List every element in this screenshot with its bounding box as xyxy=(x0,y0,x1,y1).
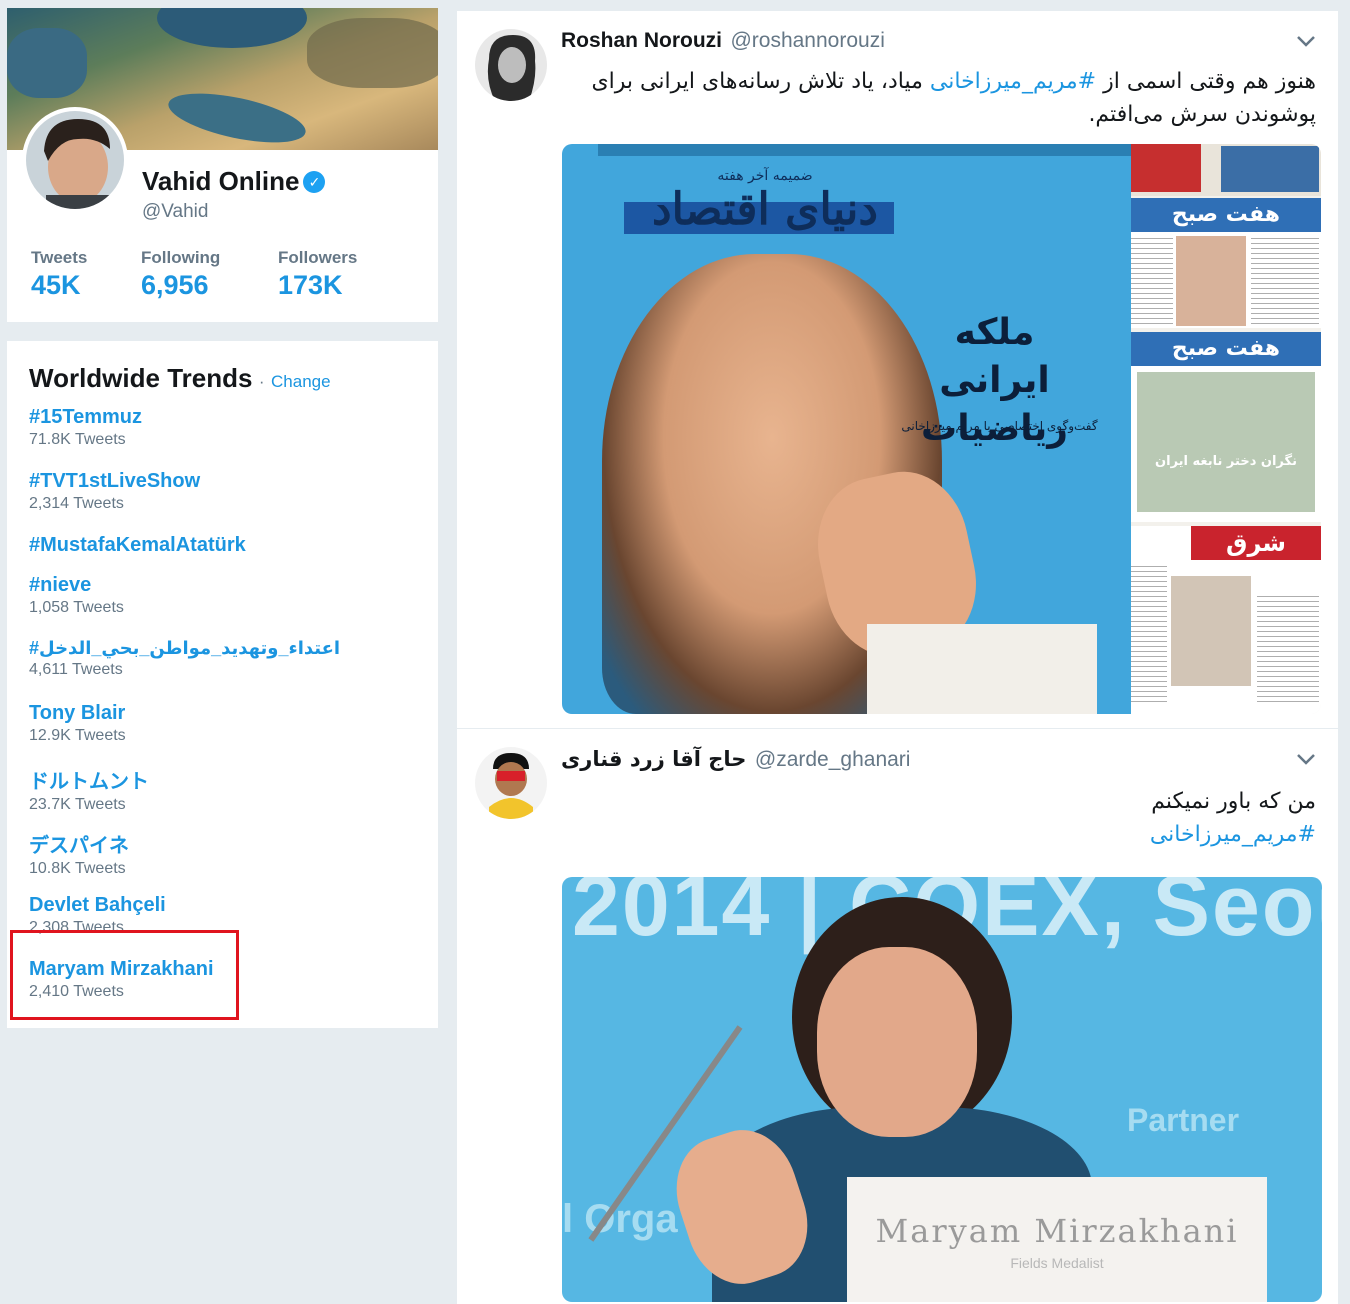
tweet-author-handle[interactable]: @zarde_ghanari xyxy=(755,748,911,771)
tweet-hashtag[interactable]: #مریم_میرزاخانی xyxy=(930,69,1096,94)
trend-name[interactable]: #15Temmuz xyxy=(29,406,142,429)
photo-partner-text: Partner xyxy=(1127,1102,1240,1138)
trend-item[interactable]: #nieve 1,058 Tweets xyxy=(29,574,124,617)
magazine-subheadline: گفت‌وگوی اختصاصی با مریم میرزاخانی xyxy=(901,419,1098,433)
trend-item[interactable]: Tony Blair 12.9K Tweets xyxy=(29,702,126,745)
trend-item[interactable]: #15Temmuz 71.8K Tweets xyxy=(29,406,142,449)
stat-label: Tweets xyxy=(31,248,88,267)
tweet-text-part: هنوز هم وقتی اسمی از xyxy=(1096,69,1316,94)
trends-header: Worldwide Trends · Change xyxy=(29,363,331,394)
trend-count: 1,058 Tweets xyxy=(29,599,124,616)
trend-count: 71.8K Tweets xyxy=(29,431,126,448)
avatar[interactable] xyxy=(22,107,128,213)
trend-name[interactable]: #TVT1stLiveShow xyxy=(29,470,200,493)
profile-name-text[interactable]: Vahid Online xyxy=(142,166,299,196)
profile-name[interactable]: Vahid Online ✓ xyxy=(142,166,326,197)
tweet-author-name[interactable]: Roshan Norouzi xyxy=(561,29,722,52)
tweet-text: من که باور نمیکنم #مریم_میرزاخانی xyxy=(556,785,1316,851)
newspaper-masthead: شرق xyxy=(1191,526,1321,560)
trends-card: Worldwide Trends · Change #15Temmuz 71.8… xyxy=(7,341,438,1028)
tweet-avatar[interactable] xyxy=(475,747,547,819)
trend-count: 10.8K Tweets xyxy=(29,860,126,877)
chevron-down-icon[interactable] xyxy=(1296,751,1316,767)
trend-item[interactable]: #TVT1stLiveShow 2,314 Tweets xyxy=(29,470,200,513)
tweet-text: هنوز هم وقتی اسمی از #مریم_میرزاخانی میا… xyxy=(556,65,1316,131)
trend-name[interactable]: Tony Blair xyxy=(29,702,126,725)
trend-count: 23.7K Tweets xyxy=(29,796,126,813)
magazine-supplement: ضمیمه آخر هفته xyxy=(717,168,813,184)
trend-name[interactable]: #MustafaKemalAtatürk xyxy=(29,534,246,557)
name-placard-subtitle: Fields Medalist xyxy=(1010,1255,1104,1271)
tweet-media-image[interactable]: ضمیمه آخر هفته دنیای اقتصاد ملکه ایرانی … xyxy=(562,144,1321,714)
trend-name[interactable]: デスパイネ xyxy=(29,829,129,858)
profile-handle[interactable]: @Vahid xyxy=(142,201,208,223)
trend-count: 12.9K Tweets xyxy=(29,727,126,744)
stat-value: 173K xyxy=(278,270,343,300)
trend-name[interactable]: ドルトムント xyxy=(29,765,149,794)
trend-count: 2,314 Tweets xyxy=(29,495,124,512)
stat-followers[interactable]: Followers 173K xyxy=(278,248,357,301)
trends-separator: · xyxy=(258,372,265,391)
tweet-hashtag[interactable]: #مریم_میرزاخانی xyxy=(556,818,1316,851)
newspaper-collage: هفت صبح هفت صبح نگران دختر نابغه ایران ش… xyxy=(1131,144,1321,714)
trends-change-link[interactable]: Change xyxy=(271,372,331,391)
trend-name[interactable]: #اعتداء_وتهديد_مواطن_بحي_الدخل xyxy=(29,638,340,659)
highlight-annotation-box xyxy=(10,930,239,1020)
trends-title: Worldwide Trends xyxy=(29,363,253,393)
magazine-title: ضمیمه آخر هفته دنیای اقتصاد xyxy=(652,168,878,235)
trend-item[interactable]: #MustafaKemalAtatürk xyxy=(29,534,246,557)
verified-badge-icon: ✓ xyxy=(303,171,326,193)
stat-label: Followers xyxy=(278,248,358,267)
timeline: Roshan Norouzi @roshannorouzi هنوز هم وق… xyxy=(457,11,1338,1304)
trend-item[interactable]: ドルトムント 23.7K Tweets xyxy=(29,765,149,814)
magazine-cover: ضمیمه آخر هفته دنیای اقتصاد ملکه ایرانی … xyxy=(562,144,1131,714)
tweet-author-name[interactable]: حاج آقا زرد قناری xyxy=(561,747,746,771)
trend-item[interactable]: デスパイネ 10.8K Tweets xyxy=(29,829,129,878)
trend-name[interactable]: #nieve xyxy=(29,574,124,597)
trend-count: 4,611 Tweets xyxy=(29,661,123,678)
stat-label: Following xyxy=(141,248,221,267)
tweet-author-handle[interactable]: @roshannorouzi xyxy=(730,29,884,52)
tweet-media-image[interactable]: 2014 | COEX, Seou Partner l Orga Maryam … xyxy=(562,877,1322,1302)
stat-value: 45K xyxy=(31,270,81,300)
chevron-down-icon[interactable] xyxy=(1296,33,1316,49)
tweet-header: حاج آقا زرد قناری @zarde_ghanari xyxy=(561,747,910,772)
stat-tweets[interactable]: Tweets 45K xyxy=(31,248,87,301)
newspaper-caption: نگران دختر نابغه ایران xyxy=(1155,454,1297,469)
profile-card: Vahid Online ✓ @Vahid Tweets 45K Followin… xyxy=(7,8,438,322)
newspaper-masthead: هفت صبح xyxy=(1131,198,1321,232)
tweet-header: Roshan Norouzi @roshannorouzi xyxy=(561,29,885,53)
trend-item[interactable]: #اعتداء_وتهديد_مواطن_بحي_الدخل 4,611 Twe… xyxy=(29,638,340,679)
tweet-avatar[interactable] xyxy=(475,29,547,101)
trend-name[interactable]: Devlet Bahçeli xyxy=(29,894,166,917)
tweet-text-part: من که باور نمیکنم xyxy=(1151,789,1316,814)
name-placard-text: Maryam Mirzakhani xyxy=(875,1212,1239,1250)
stat-value: 6,956 xyxy=(141,270,209,300)
magazine-name: دنیای اقتصاد xyxy=(652,184,878,235)
photo-scene: 2014 | COEX, Seou Partner l Orga Maryam … xyxy=(562,877,1322,1302)
tweet-divider xyxy=(457,728,1338,729)
stat-following[interactable]: Following 6,956 xyxy=(141,248,220,301)
